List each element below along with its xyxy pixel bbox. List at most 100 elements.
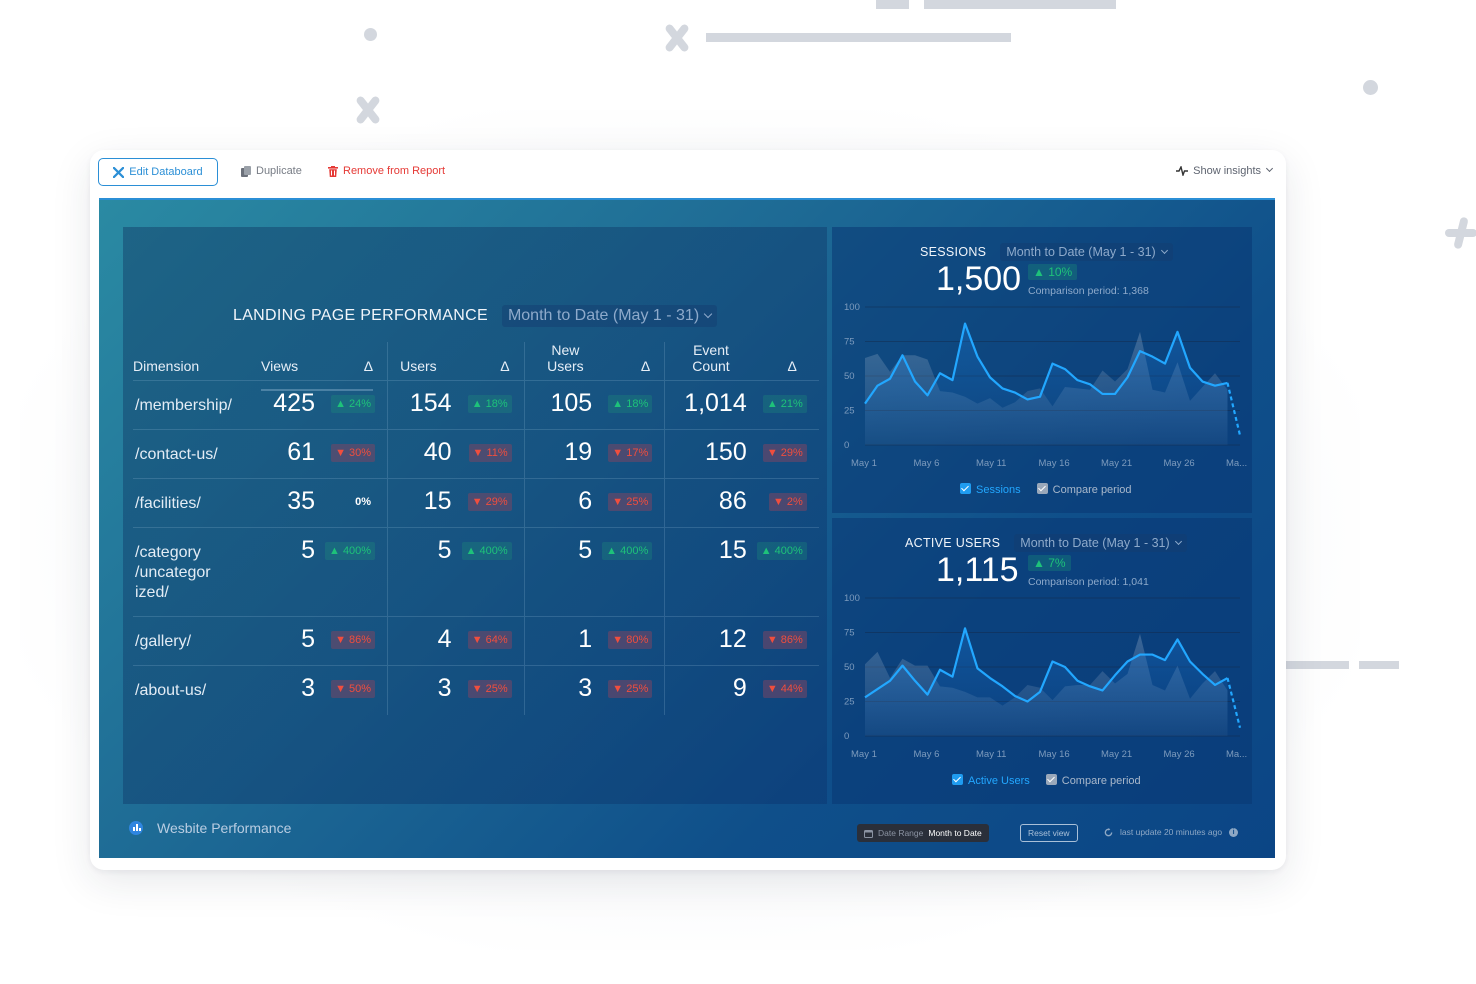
table-row[interactable]: /facilities/35 0% 15 ▼ 29% 6 ▼ 25% 86 ▼ 2% [133,478,819,528]
users-value: 154 [387,380,462,430]
data-point[interactable] [1151,653,1155,657]
col-views-delta[interactable]: Δ [325,342,388,381]
data-point[interactable] [1063,665,1067,669]
chevron-down-icon [703,309,713,319]
data-point[interactable] [976,355,980,359]
data-point[interactable] [1026,397,1030,401]
users-delta-cell: ▼ 64% [461,616,525,666]
data-point[interactable] [1038,395,1042,399]
data-point[interactable] [1088,684,1092,688]
col-users-delta[interactable]: Δ [462,342,525,381]
data-point[interactable] [938,668,942,672]
data-point[interactable] [1101,392,1105,396]
show-insights-button[interactable]: Show insights [1176,164,1274,177]
data-point[interactable] [1238,726,1242,730]
event-count-value: 150 [664,429,757,479]
table-row[interactable]: /contact-us/61 ▼ 30% 40 ▼ 11% 19 ▼ 17% 150 ▼ 29… [133,429,819,479]
data-point[interactable] [1138,653,1142,657]
data-point[interactable] [1001,386,1005,390]
data-point[interactable] [1126,375,1130,379]
users-value: 40 [387,429,462,479]
data-point[interactable] [901,353,905,357]
data-point[interactable] [1188,659,1192,663]
legend-compare-toggle[interactable]: Compare period [1045,773,1141,787]
edit-databoard-button[interactable]: Edit Databoard [98,158,218,186]
data-point[interactable] [888,679,892,683]
col-new-users-delta[interactable]: Δ [602,342,665,381]
data-point[interactable] [976,666,980,670]
data-point[interactable] [1088,382,1092,386]
data-point[interactable] [1026,700,1030,704]
data-point[interactable] [1101,688,1105,692]
data-point[interactable] [1013,391,1017,395]
databox-logo-icon [129,821,143,835]
data-point[interactable] [863,695,867,699]
data-point[interactable] [1226,381,1230,385]
data-point[interactable] [926,693,930,697]
data-point[interactable] [1063,367,1067,371]
data-point[interactable] [1138,349,1142,353]
data-point[interactable] [951,675,955,679]
data-point[interactable] [888,377,892,381]
data-point[interactable] [1126,659,1130,663]
info-icon[interactable]: i [1229,827,1239,837]
data-point[interactable] [1176,330,1180,334]
data-point[interactable] [1201,672,1205,676]
legend-active-users-toggle[interactable]: Active Users [952,773,1030,787]
new-users-value: 19 [523,429,603,479]
data-point[interactable] [1076,679,1080,683]
landing-date-range-dropdown[interactable]: Month to Date (May 1 - 31) [501,305,718,327]
refresh-icon[interactable] [1104,827,1113,837]
legend-sessions-toggle[interactable]: Sessions [960,482,1021,496]
col-event-count[interactable]: Event Count [664,342,757,381]
data-point[interactable] [1163,658,1167,662]
data-point[interactable] [988,676,992,680]
table-row[interactable]: /category /uncategor ized/5 ▲ 400% 5 ▲ 400%… [133,527,819,617]
data-point[interactable] [1051,362,1055,366]
data-point[interactable] [1188,366,1192,370]
data-point[interactable] [876,687,880,691]
col-users[interactable]: Users [387,342,462,381]
table-row[interactable]: /membership/425 ▲ 24% 154 ▲ 18% 105 ▲ 18% 1,01… [133,380,819,430]
calendar-icon [864,829,873,838]
col-new-users[interactable]: New Users [523,342,603,381]
remove-from-report-button[interactable]: Remove from Report [328,165,445,177]
col-views[interactable]: Views [251,342,325,381]
data-point[interactable] [913,380,917,384]
data-point[interactable] [1151,355,1155,359]
data-point[interactable] [1013,694,1017,698]
reset-view-button[interactable]: Reset view [1020,824,1078,842]
table-row[interactable]: /about-us/3 ▼ 50% 3 ▼ 25% 3 ▼ 25% 9 ▼ 44% [133,665,819,715]
event-count-value: 12 [664,616,757,666]
col-new-users-line1: New [551,342,580,358]
data-point[interactable] [1038,690,1042,694]
data-point[interactable] [863,402,867,406]
duplicate-button[interactable]: Duplicate [241,165,302,177]
data-point[interactable] [1176,637,1180,641]
data-point[interactable] [1201,380,1205,384]
data-point[interactable] [1113,673,1117,677]
data-point[interactable] [988,375,992,379]
date-range-selector[interactable]: Date Range Month to Date [857,824,989,842]
data-point[interactable] [1051,659,1055,663]
data-point[interactable] [1213,683,1217,687]
col-event-count-delta[interactable]: Δ [757,342,819,381]
data-point[interactable] [951,378,955,382]
col-dimension[interactable]: Dimension [133,342,251,381]
data-point[interactable] [1163,362,1167,366]
data-point[interactable] [901,664,905,668]
data-point[interactable] [1113,392,1117,396]
data-point[interactable] [1226,676,1230,680]
table-row[interactable]: /gallery/5 ▼ 86% 4 ▼ 64% 1 ▼ 80% 12 ▼ 86% [133,616,819,666]
data-point[interactable] [963,626,967,630]
data-point[interactable] [1238,433,1242,437]
data-point[interactable] [876,384,880,388]
data-point[interactable] [938,371,942,375]
legend-compare-toggle[interactable]: Compare period [1036,482,1132,496]
data-point[interactable] [1001,684,1005,688]
data-point[interactable] [926,393,930,397]
data-point[interactable] [913,679,917,683]
data-point[interactable] [1076,378,1080,382]
data-point[interactable] [963,322,967,326]
data-point[interactable] [1213,384,1217,388]
